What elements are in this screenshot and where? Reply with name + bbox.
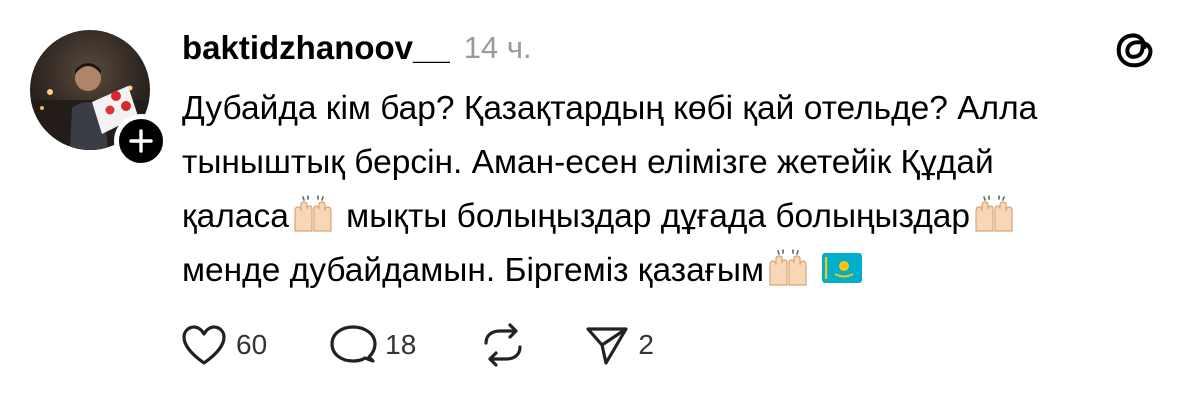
plus-icon [129,129,153,153]
username-link[interactable]: baktidzhanoov__ [182,29,450,67]
like-count: 60 [236,329,268,360]
raising-hands-emoji [289,193,337,233]
post-text-segment-2: мықты болыңыздар дұғада болыңыздар [346,198,971,235]
kazakhstan-flag-emoji [822,246,863,283]
raising-hands-emoji [764,247,812,287]
send-icon [586,327,628,365]
repost-button[interactable] [478,323,528,367]
post-text-segment: қаласа [182,198,289,235]
post-actions: 60 18 2 [180,320,716,370]
heart-icon [182,325,226,365]
post-text-line-3: қаласа мықты болыңыздар дұғада болыңызда… [182,190,1172,244]
post-text-segment-3: менде дубайдамын. Біргеміз қазағым [182,252,765,289]
like-button[interactable]: 60 [180,323,267,367]
reply-button[interactable]: 18 [329,323,416,367]
post-text-line-1: Дубайда кім бар? Қазақтардың көбі қай от… [182,90,1038,127]
author-avatar-container[interactable] [30,30,168,168]
post-text-line-4: менде дубайдамын. Біргеміз қазағым [182,244,1172,298]
repost-icon [484,323,522,367]
post-timestamp: 14 ч. [463,30,532,65]
share-count: 2 [638,329,654,360]
threads-logo-icon[interactable] [1112,26,1158,72]
raising-hands-emoji [970,193,1018,233]
post-text-line-2: тыныштық берсін. Аман-есен елімізге жете… [182,144,994,181]
reply-count: 18 [385,329,417,360]
comment-icon [330,325,377,363]
follow-plus-button[interactable] [114,114,168,168]
post-header: baktidzhanoov__ 14 ч. [182,26,532,70]
thread-post: baktidzhanoov__ 14 ч. Дубайда кім бар? Қ… [0,0,1200,408]
share-button[interactable]: 2 [584,323,654,367]
post-body: Дубайда кім бар? Қазақтардың көбі қай от… [182,82,1172,298]
